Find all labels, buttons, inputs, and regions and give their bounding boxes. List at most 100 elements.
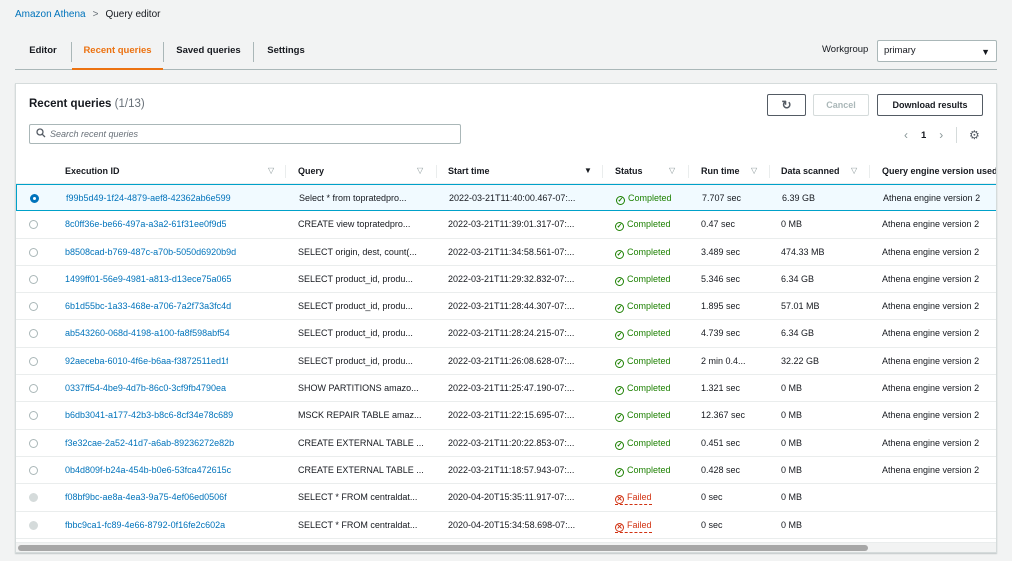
tab-editor[interactable]: Editor: [15, 34, 71, 68]
row-radio-button[interactable]: [29, 438, 38, 448]
execution-id-link[interactable]: 8c0ff36e-be66-497a-a3a2-61f31ee0f9d5: [65, 211, 226, 237]
error-circle-icon: ✕: [615, 522, 624, 532]
table-row[interactable]: b6db3041-a177-42b3-b8c6-8cf34e78c689 MSCK…: [16, 402, 996, 430]
run-time: 0.428 sec: [701, 464, 741, 475]
column-header-data-scanned[interactable]: Data scanned ▽: [781, 158, 861, 184]
page-number[interactable]: 1: [921, 130, 926, 141]
status-cell: ✓ Completed: [615, 375, 671, 401]
workgroup-select[interactable]: primary ▼: [877, 40, 997, 62]
start-time: 2020-04-20T15:35:11.917-07:...: [448, 492, 575, 503]
row-radio-button[interactable]: [30, 194, 39, 203]
table-row[interactable]: 0b4d809f-b24a-454b-b0e6-53fca472615c CREA…: [16, 457, 996, 485]
check-circle-icon: ✓: [615, 331, 624, 341]
engine-version: Athena engine version 2: [882, 383, 980, 394]
table-row[interactable]: f99b5d49-1f24-4879-aef8-42362ab6e599 Sele…: [16, 184, 996, 212]
scrollbar-thumb[interactable]: [18, 545, 868, 551]
gear-icon[interactable]: ⚙: [969, 128, 980, 142]
status-failed[interactable]: ✕ Failed: [615, 518, 652, 533]
column-header-engine-version[interactable]: Query engine version used: [882, 158, 996, 184]
column-divider: [688, 165, 689, 178]
status-text: Completed: [627, 437, 671, 448]
execution-id-link[interactable]: 0b4d809f-b24a-454b-b0e6-53fca472615c: [65, 457, 231, 483]
tab-settings[interactable]: Settings: [254, 34, 318, 68]
status-completed: ✓ Completed: [615, 383, 671, 396]
workgroup-label: Workgroup: [822, 44, 869, 55]
row-radio-button[interactable]: [29, 384, 38, 394]
status-text: Completed: [627, 464, 671, 475]
status-text: Failed: [627, 519, 652, 530]
table-row[interactable]: f3e32cae-2a52-41d7-a6ab-89236272e82b CREA…: [16, 430, 996, 457]
status-failed[interactable]: ✕ Failed: [615, 490, 652, 506]
column-header-execution-id[interactable]: Execution ID ▽: [65, 158, 275, 184]
engine-version: Athena engine version 2: [882, 219, 980, 230]
run-time: 1.895 sec: [701, 301, 741, 312]
column-header-query[interactable]: Query ▽: [298, 158, 438, 184]
execution-id-link[interactable]: 0337ff54-4be9-4d7b-86c0-3cf9fb4790ea: [65, 375, 226, 401]
column-header-run-time[interactable]: Run time ▽: [701, 158, 771, 184]
execution-id-link[interactable]: 92aeceba-6010-4f6e-b6aa-f3872511ed1f: [65, 348, 228, 374]
row-radio-button[interactable]: [29, 411, 38, 421]
run-time: 4.739 sec: [701, 328, 741, 339]
table-row[interactable]: ab543260-068d-4198-a100-fa8f598abf54 SELE…: [16, 320, 996, 348]
data-scanned: 57.01 MB: [781, 301, 820, 312]
status-text: Completed: [627, 273, 671, 284]
engine-version: Athena engine version 2: [882, 410, 980, 421]
row-radio-button[interactable]: [29, 274, 38, 284]
row-radio-button[interactable]: [29, 220, 38, 230]
column-header-status[interactable]: Status ▽: [615, 158, 685, 184]
column-label: Query: [298, 166, 325, 176]
execution-id-link[interactable]: f3e32cae-2a52-41d7-a6ab-89236272e82b: [65, 430, 234, 456]
chevron-right-icon[interactable]: ›: [939, 128, 943, 142]
table-row[interactable]: b8508cad-b769-487c-a70b-5050d6920b9d SELE…: [16, 239, 996, 266]
check-circle-icon: ✓: [615, 222, 624, 232]
table-row[interactable]: 6b1d55bc-1a33-468e-a706-7a2f73a3fc4d SELE…: [16, 293, 996, 321]
pagination: ‹ 1 ›: [904, 127, 958, 143]
row-radio-button[interactable]: [29, 247, 38, 257]
refresh-button[interactable]: ↻: [767, 94, 806, 116]
execution-id-link[interactable]: 1499ff01-56e9-4981-a813-d13ece75a065: [65, 266, 231, 292]
breadcrumb-query-editor: Query editor: [105, 9, 161, 20]
cancel-button[interactable]: Cancel: [813, 94, 869, 116]
run-time: 12.367 sec: [701, 410, 746, 421]
data-scanned: 6.34 GB: [781, 273, 815, 284]
column-divider: [436, 165, 437, 178]
column-header-start-time[interactable]: Start time ▼: [448, 158, 598, 184]
status-completed: ✓ Completed: [615, 355, 671, 368]
table-row[interactable]: 1499ff01-56e9-4981-a813-d13ece75a065 SELE…: [16, 266, 996, 294]
chevron-left-icon[interactable]: ‹: [904, 128, 908, 142]
status-text: Completed: [627, 355, 671, 366]
check-circle-icon: ✓: [615, 413, 624, 423]
row-radio-button[interactable]: [29, 356, 38, 366]
execution-id-link[interactable]: b6db3041-a177-42b3-b8c6-8cf34e78c689: [65, 402, 233, 428]
engine-version: Athena engine version 2: [882, 437, 980, 448]
execution-id-link[interactable]: f99b5d49-1f24-4879-aef8-42362ab6e599: [66, 185, 231, 211]
execution-id-link[interactable]: b8508cad-b769-487c-a70b-5050d6920b9d: [65, 239, 236, 265]
data-scanned: 0 MB: [781, 410, 803, 421]
row-radio-button[interactable]: [29, 302, 38, 312]
execution-id-link[interactable]: ab543260-068d-4198-a100-fa8f598abf54: [65, 320, 230, 346]
table-row[interactable]: 92aeceba-6010-4f6e-b6aa-f3872511ed1f SELE…: [16, 348, 996, 376]
horizontal-scrollbar[interactable]: [16, 542, 996, 552]
execution-id-link[interactable]: fbbc9ca1-fc89-4e66-8792-0f16fe2c602a: [65, 512, 225, 538]
execution-id-link[interactable]: f08bf9bc-ae8a-4ea3-9a75-4ef06ed0506f: [65, 484, 227, 510]
table-row[interactable]: f08bf9bc-ae8a-4ea3-9a75-4ef06ed0506f SELE…: [16, 484, 996, 512]
query-text: SELECT * FROM centraldat...: [298, 492, 418, 503]
column-label: Start time: [448, 166, 490, 176]
breadcrumb-amazon-athena[interactable]: Amazon Athena: [15, 9, 86, 20]
query-text: SELECT product_id, produ...: [298, 328, 413, 339]
row-radio-button[interactable]: [29, 329, 38, 339]
search-input[interactable]: [50, 127, 450, 141]
engine-version: Athena engine version 2: [882, 464, 980, 475]
execution-id-link[interactable]: 6b1d55bc-1a33-468e-a706-7a2f73a3fc4d: [65, 293, 231, 319]
tab-recent-queries[interactable]: Recent queries: [72, 34, 163, 70]
status-completed: ✓ Completed: [615, 437, 671, 450]
row-radio-button[interactable]: [29, 465, 38, 475]
column-divider: [285, 165, 286, 178]
table-row[interactable]: 0337ff54-4be9-4d7b-86c0-3cf9fb4790ea SHOW…: [16, 375, 996, 403]
download-results-button[interactable]: Download results: [877, 94, 983, 116]
table-row[interactable]: fbbc9ca1-fc89-4e66-8792-0f16fe2c602a SELE…: [16, 512, 996, 539]
tab-saved-queries[interactable]: Saved queries: [164, 34, 253, 68]
run-time: 0 sec: [701, 519, 723, 530]
query-text: SELECT product_id, produ...: [298, 355, 413, 366]
table-row[interactable]: 8c0ff36e-be66-497a-a3a2-61f31ee0f9d5 CREA…: [16, 211, 996, 239]
